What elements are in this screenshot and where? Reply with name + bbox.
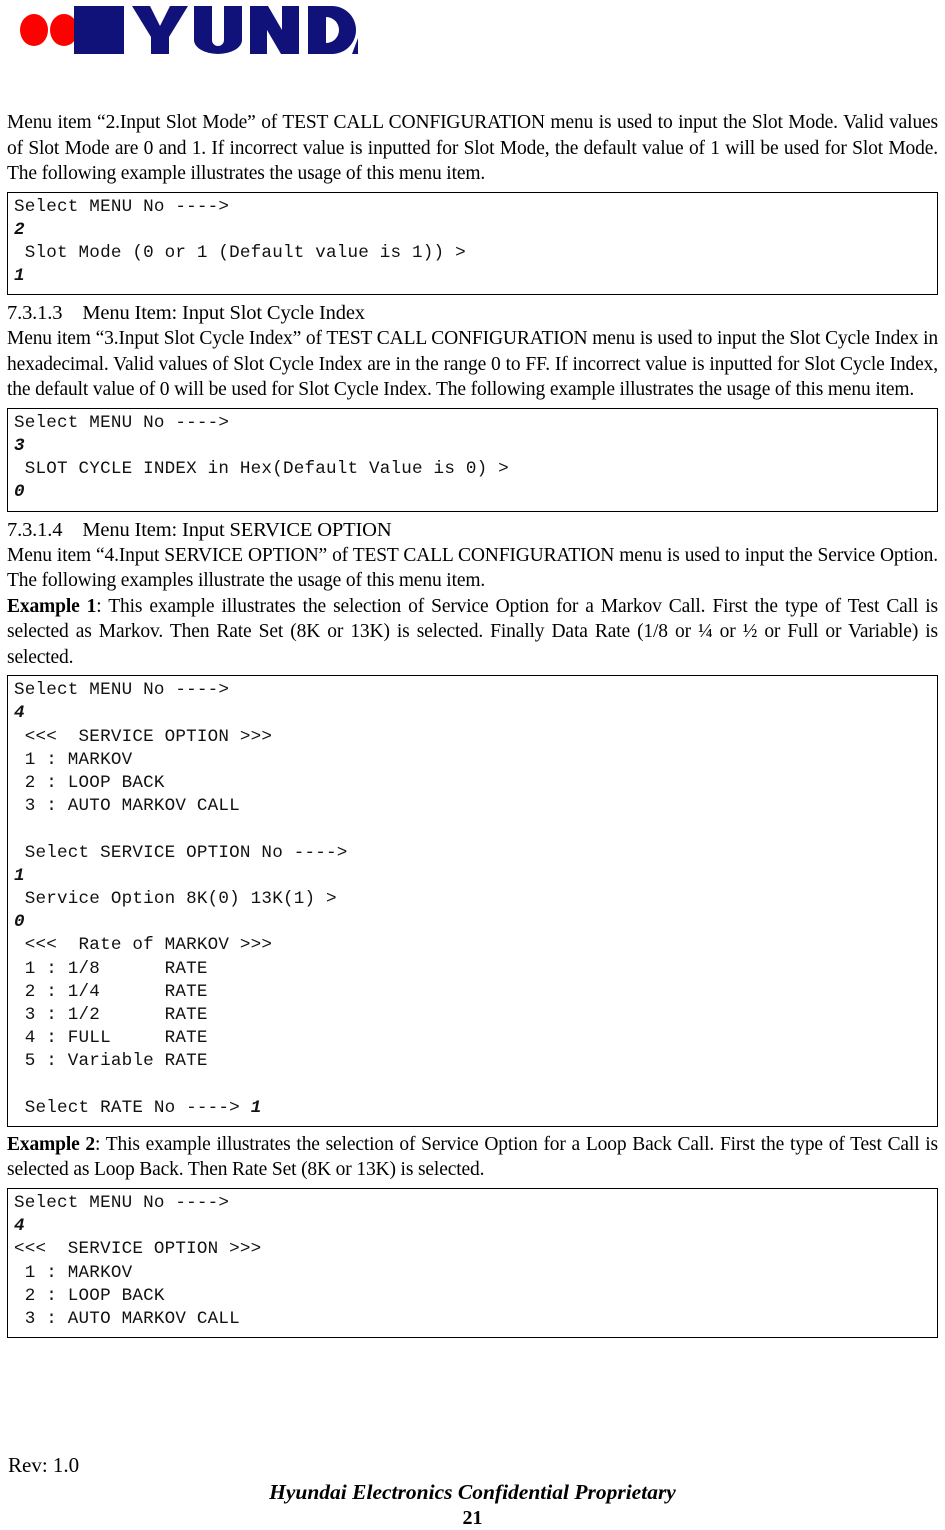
heading-7-3-1-3-number: 7.3.1.3 — [7, 302, 63, 325]
code-block-example-2: Select MENU No ----> 4 <<< SERVICE OPTIO… — [7, 1187, 938, 1339]
code-block-slot-mode: Select MENU No ----> 2 Slot Mode (0 or 1… — [7, 191, 938, 296]
heading-7-3-1-4-number: 7.3.1.4 — [7, 518, 63, 541]
code-block-example-1-text: Select MENU No ----> 4 <<< SERVICE OPTIO… — [14, 680, 348, 1118]
example-2-text: : This example illustrates the selection… — [7, 1133, 938, 1181]
code-block-slot-cycle-index-text: Select MENU No ----> 3 SLOT CYCLE INDEX … — [14, 412, 509, 503]
example-1-label: Example 1 — [7, 595, 97, 617]
heading-7-3-1-4-title: Menu Item: Input SERVICE OPTION — [82, 518, 392, 541]
footer-revision: Rev: 1.0 — [8, 1453, 80, 1477]
heading-7-3-1-3: 7.3.1.3 Menu Item: Input Slot Cycle Index — [7, 300, 938, 326]
code-block-example-1: Select MENU No ----> 4 <<< SERVICE OPTIO… — [7, 675, 938, 1127]
heading-7-3-1-3-title: Menu Item: Input Slot Cycle Index — [82, 302, 365, 325]
example-2-label: Example 2 — [7, 1133, 96, 1155]
paragraph-slot-cycle-index: Menu item “3.Input Slot Cycle Index” of … — [7, 328, 938, 401]
document-page: Menu item “2.Input Slot Mode” of TEST CA… — [0, 0, 945, 1529]
code-block-slot-cycle-index: Select MENU No ----> 3 SLOT CYCLE INDEX … — [7, 407, 938, 512]
code-block-slot-mode-text: Select MENU No ----> 2 Slot Mode (0 or 1… — [14, 196, 466, 287]
code-block-example-2-text: Select MENU No ----> 4 <<< SERVICE OPTIO… — [14, 1192, 262, 1329]
heading-7-3-1-4: 7.3.1.4 Menu Item: Input SERVICE OPTION — [7, 517, 938, 543]
hyundai-logo-icon — [20, 6, 358, 54]
example-1-text: : This example illustrates the selection… — [7, 595, 938, 668]
paragraph-example-2: Example 2: This example illustrates the … — [7, 1132, 938, 1183]
footer-confidential-notice: Hyundai Electronics Confidential Proprie… — [269, 1480, 676, 1504]
paragraph-service-option: Menu item “4.Input SERVICE OPTION” of TE… — [7, 544, 938, 592]
paragraph-slot-mode: Menu item “2.Input Slot Mode” of TEST CA… — [7, 112, 938, 184]
paragraph-example-1: Example 1: This example illustrates the … — [7, 594, 938, 671]
hyundai-logo — [18, 6, 358, 54]
document-content: Menu item “2.Input Slot Mode” of TEST CA… — [7, 110, 938, 1343]
footer-page-number: 21 — [462, 1507, 483, 1529]
